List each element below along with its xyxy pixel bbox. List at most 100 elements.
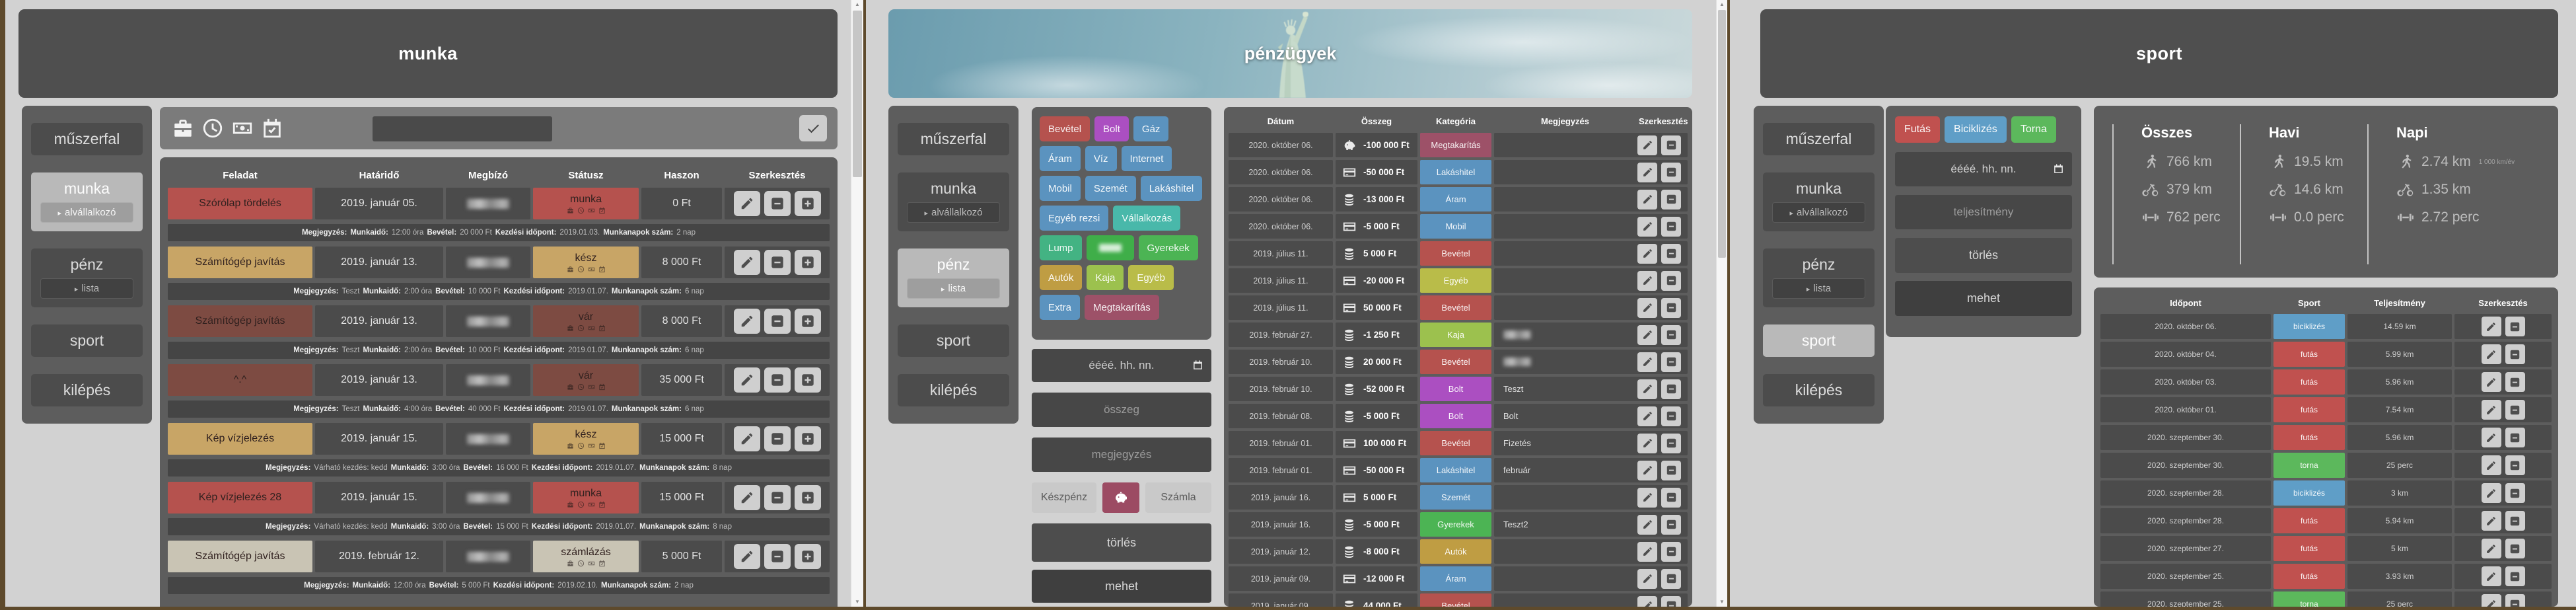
category-cell[interactable]: Bevétel	[1420, 241, 1491, 266]
edit-button[interactable]	[2482, 428, 2501, 447]
edit-button[interactable]	[1637, 569, 1657, 589]
category-cell[interactable]: Mobil	[1420, 214, 1491, 239]
remove-button[interactable]	[1661, 244, 1681, 264]
remove-button[interactable]	[2505, 455, 2525, 475]
edit-button[interactable]	[2482, 539, 2501, 558]
category-button-egy-b-rezsi[interactable]: Egyéb rezsi	[1040, 206, 1108, 231]
category-button-lump[interactable]: Lump	[1040, 235, 1082, 260]
category-cell[interactable]: Egyéb	[1420, 268, 1491, 293]
sport-cell[interactable]: futás	[2273, 564, 2345, 589]
edit-button[interactable]	[734, 544, 760, 569]
sidebar-item-muszerfal[interactable]: műszerfal	[898, 123, 1009, 155]
edit-button[interactable]	[1637, 542, 1657, 562]
edit-button[interactable]	[2482, 400, 2501, 420]
note-input[interactable]	[1032, 438, 1211, 472]
remove-button[interactable]	[764, 309, 791, 334]
category-cell[interactable]: Bolt	[1420, 404, 1491, 428]
edit-button[interactable]	[2482, 372, 2501, 392]
edit-button[interactable]	[734, 250, 760, 275]
remove-button[interactable]	[1661, 135, 1681, 155]
edit-button[interactable]	[1637, 596, 1657, 607]
remove-button[interactable]	[1661, 434, 1681, 453]
category-cell[interactable]: Kaja	[1420, 323, 1491, 347]
add-button[interactable]	[795, 485, 821, 510]
edit-button[interactable]	[734, 191, 760, 216]
delete-button[interactable]: törlés	[1032, 523, 1211, 562]
calendar-icon[interactable]	[2053, 163, 2064, 174]
category-button-szem-t[interactable]: Szemét	[1085, 176, 1136, 201]
remove-button[interactable]	[1661, 217, 1681, 237]
sidebar-subitem-munka[interactable]: ▸alvállalkozó	[1772, 202, 1865, 223]
remove-button[interactable]	[1661, 488, 1681, 508]
task-cell[interactable]: Számítógép javítás	[168, 247, 312, 278]
edit-button[interactable]	[1637, 461, 1657, 480]
piggy-toggle-button[interactable]	[1102, 482, 1139, 513]
edit-button[interactable]	[1637, 271, 1657, 291]
category-button-v-llalkoz-s[interactable]: Vállalkozás	[1113, 206, 1180, 231]
status-cell[interactable]: számlázás	[533, 541, 639, 572]
performance-input[interactable]	[1895, 195, 2072, 229]
edit-button[interactable]	[1637, 325, 1657, 345]
sidebar-item-munka[interactable]: munka▸alvállalkozó	[31, 172, 143, 231]
task-cell[interactable]: Számítógép javítás	[168, 305, 312, 337]
sidebar-item-muszerfal[interactable]: műszerfal	[1763, 123, 1875, 155]
edit-button[interactable]	[2482, 594, 2501, 607]
scrollbar[interactable]: ▲ ▼	[1716, 0, 1727, 607]
sport-cell[interactable]: biciklizés	[2273, 314, 2345, 339]
sport-cell[interactable]: futás	[2273, 397, 2345, 422]
category-button-egy-b[interactable]: Egyéb	[1128, 265, 1174, 290]
edit-button[interactable]	[1637, 135, 1657, 155]
edit-button[interactable]	[734, 426, 760, 451]
remove-button[interactable]	[764, 485, 791, 510]
sport-cell[interactable]: futás	[2273, 508, 2345, 533]
cash-button[interactable]: Készpénz	[1032, 482, 1096, 513]
date-input[interactable]	[1895, 152, 2072, 186]
remove-button[interactable]	[1661, 379, 1681, 399]
category-button-bev-tel[interactable]: Bevétel	[1040, 116, 1090, 141]
remove-button[interactable]	[1661, 163, 1681, 182]
remove-button[interactable]	[1661, 406, 1681, 426]
edit-button[interactable]	[1637, 379, 1657, 399]
remove-button[interactable]	[2505, 317, 2525, 336]
sidebar-item-penz[interactable]: pénz▸lista	[898, 248, 1009, 307]
category-button-kaja[interactable]: Kaja	[1087, 265, 1124, 290]
edit-button[interactable]	[2482, 455, 2501, 475]
category-cell[interactable]: Áram	[1420, 566, 1491, 591]
category-cell[interactable]: Bevétel	[1420, 295, 1491, 320]
edit-button[interactable]	[1637, 244, 1657, 264]
edit-button[interactable]	[2482, 566, 2501, 586]
delete-button[interactable]: törlés	[1895, 238, 2072, 273]
task-filter-input[interactable]	[373, 116, 552, 141]
category-button-internet[interactable]: Internet	[1122, 146, 1172, 171]
scroll-down-arrow[interactable]: ▼	[1717, 597, 1727, 607]
remove-button[interactable]	[1661, 569, 1681, 589]
category-cell[interactable]: Bevétel	[1420, 350, 1491, 374]
status-cell[interactable]: munka	[533, 482, 639, 514]
add-button[interactable]	[795, 426, 821, 451]
remove-button[interactable]	[2505, 483, 2525, 503]
sidebar-item-penz[interactable]: pénz▸lista	[1763, 248, 1875, 307]
sidebar-item-munka[interactable]: munka▸alvállalkozó	[898, 172, 1009, 231]
sidebar-item-munka[interactable]: munka▸alvállalkozó	[1763, 172, 1875, 231]
confirm-button[interactable]	[799, 115, 827, 141]
sport-cell[interactable]: futás	[2273, 425, 2345, 450]
status-cell[interactable]: vár	[533, 305, 639, 337]
task-cell[interactable]: Kép vízjelezés 28	[168, 482, 312, 514]
category-button-g-z[interactable]: Gáz	[1133, 116, 1169, 141]
calendar-icon[interactable]	[1192, 360, 1203, 371]
edit-button[interactable]	[1637, 298, 1657, 318]
remove-button[interactable]	[1661, 515, 1681, 535]
category-cell[interactable]: Bevétel	[1420, 431, 1491, 455]
remove-button[interactable]	[764, 544, 791, 569]
sidebar-item-sport[interactable]: sport	[31, 324, 143, 357]
submit-button[interactable]: mehet	[1032, 570, 1211, 603]
edit-button[interactable]	[2482, 511, 2501, 531]
sidebar-subitem-munka[interactable]: ▸alvállalkozó	[40, 202, 133, 223]
edit-button[interactable]	[734, 367, 760, 393]
add-button[interactable]	[795, 367, 821, 393]
sport-button-biciklizés[interactable]: Biciklizés	[1945, 116, 2007, 143]
category-cell[interactable]: Autók	[1420, 539, 1491, 564]
sidebar-item-penz[interactable]: pénz▸lista	[31, 248, 143, 307]
remove-button[interactable]	[764, 191, 791, 216]
sidebar-item-kilepes[interactable]: kilépés	[1763, 374, 1875, 406]
